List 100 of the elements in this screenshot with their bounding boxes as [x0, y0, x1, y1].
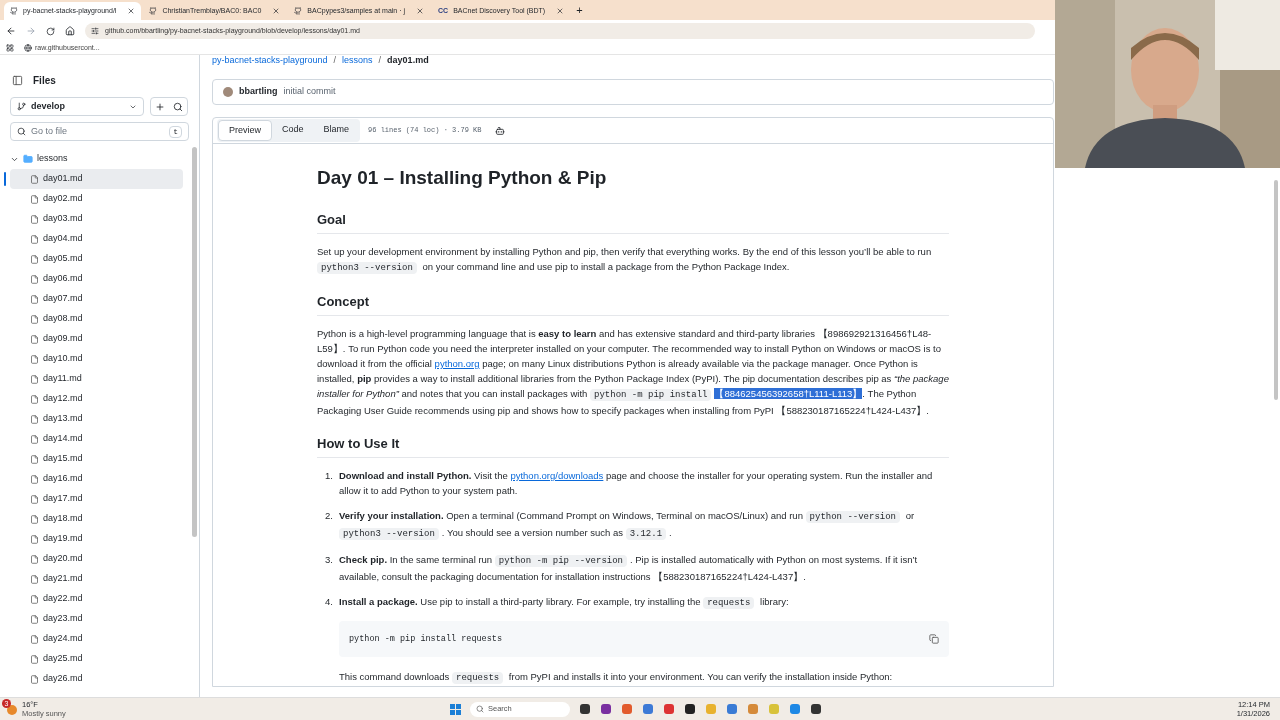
paragraph: Python is a high-level programming language that is easy to learn and has extensive standard and third-party libraries 【898692921316456†L48-L59】. To run Python code you need the interpreter installed on your computer. The recommended way to install Python on Windows or macOS is to download it from the official python.org page; on many Linux distributions Python is already available via the package manager. Once Python is installed, pip provides a way to install additional libraries from the Python Package Index (PyPI). The pip documentation describes pip as “the package installer for Python” and notes that you can install packages with python -m pip install 【884625456392658†L111-L113】. The Python Packaging User Guide recommends using pip and shows how to specify packages when installing from PyPI 【588230187165224†L424-L437】.	[317, 327, 949, 418]
tree-file[interactable]: day20.md	[10, 549, 183, 569]
tree-file[interactable]: day06.md	[10, 269, 183, 289]
file-icon	[30, 434, 39, 444]
file-label: day06.md	[43, 272, 83, 286]
file-label: day22.md	[43, 592, 83, 606]
tree-file[interactable]: day26.md	[10, 669, 183, 689]
go-to-file-field[interactable]: Go to file t	[10, 122, 189, 141]
placeholder-text: Go to file	[31, 124, 69, 138]
branch-selector[interactable]: develop	[10, 97, 144, 116]
tree-file[interactable]: day07.md	[10, 289, 183, 309]
file-icon	[30, 374, 39, 384]
page-heading: Day 01 – Installing Python & Pip	[317, 166, 608, 190]
tree-file[interactable]: day19.md	[10, 529, 183, 549]
file-icon	[30, 674, 39, 684]
file-label: day16.md	[43, 472, 83, 486]
apps-icon[interactable]	[6, 44, 14, 52]
file-icon	[30, 254, 39, 264]
branch-name: develop	[31, 99, 66, 113]
file-label: day04.md	[43, 232, 83, 246]
tree-file[interactable]: day22.md	[10, 589, 183, 609]
commit-message[interactable]: initial commit	[283, 85, 336, 99]
file-icon	[30, 654, 39, 664]
file-icon	[30, 454, 39, 464]
file-icon	[30, 634, 39, 644]
section-heading: How to Use It	[317, 436, 949, 458]
tree-file[interactable]: day24.md	[10, 629, 183, 649]
file-icon	[30, 594, 39, 604]
file-label: day09.md	[43, 332, 83, 346]
tree-file[interactable]: day13.md	[10, 409, 183, 429]
tree-file[interactable]: day14.md	[10, 429, 183, 449]
file-label: day13.md	[43, 412, 83, 426]
view-tab[interactable]: Code	[272, 119, 314, 142]
panel-toggle-icon[interactable]	[12, 74, 23, 86]
file-label: day10.md	[43, 352, 83, 366]
tree-file[interactable]: day01.md	[10, 169, 183, 189]
tree-file[interactable]: day23.md	[10, 609, 183, 629]
tree-file[interactable]: day17.md	[10, 489, 183, 509]
sidebar-title: Files	[33, 73, 56, 88]
shortcut-key: t	[169, 125, 182, 138]
close-icon[interactable]	[272, 7, 281, 15]
tree-file[interactable]: day02.md	[10, 189, 183, 209]
reload-icon[interactable]	[46, 26, 55, 36]
tree-file[interactable]: day18.md	[10, 509, 183, 529]
tree-file[interactable]: day15.md	[10, 449, 183, 469]
file-icon	[30, 494, 39, 504]
file-icon	[30, 274, 39, 284]
tree-file[interactable]: day10.md	[10, 349, 183, 369]
list-number: 4.	[325, 595, 334, 609]
file-icon	[30, 234, 39, 244]
commit-author[interactable]: bbartling	[239, 85, 278, 99]
file-label: day19.md	[43, 532, 83, 546]
file-label: day08.md	[43, 312, 83, 326]
add-file-icon[interactable]	[155, 102, 165, 112]
tree-file[interactable]: day04.md	[10, 229, 183, 249]
close-icon[interactable]	[556, 7, 565, 15]
copilot-icon[interactable]	[495, 125, 506, 136]
file-label: day02.md	[43, 192, 83, 206]
tree-file[interactable]: day21.md	[10, 569, 183, 589]
file-icon	[30, 514, 39, 524]
copy-icon[interactable]	[929, 634, 939, 644]
tree-file[interactable]: day11.md	[10, 369, 183, 389]
file-icon	[30, 334, 39, 344]
view-tab[interactable]: Blame	[313, 119, 360, 142]
close-icon[interactable]	[416, 7, 424, 15]
file-label: day21.md	[43, 572, 83, 586]
home-icon[interactable]	[65, 26, 75, 36]
tree-folder[interactable]: lessons	[0, 149, 199, 169]
page-scrollbar[interactable]	[1274, 180, 1278, 400]
file-icon	[30, 534, 39, 544]
tree-file[interactable]: day08.md	[10, 309, 183, 329]
file-label: day23.md	[43, 612, 83, 626]
new-tab-button[interactable]: +	[572, 1, 587, 19]
breadcrumb-link[interactable]: day01.md	[387, 55, 429, 65]
paragraph: Set up your development environment by installing Python and pip, then verify that everything works. By the end of this lesson you’ll be able to run python3 --version on your command line and use pip to install a package from the Python Package Index.	[317, 245, 933, 276]
start-icon[interactable]	[450, 703, 461, 715]
weather-icon	[6, 703, 18, 715]
search-icon[interactable]	[173, 102, 183, 112]
file-icon	[30, 414, 39, 424]
file-icon	[30, 614, 39, 624]
back-icon[interactable]	[6, 26, 16, 36]
link[interactable]: python.org/downloads	[510, 470, 604, 481]
file-icon	[30, 174, 39, 184]
file-icon	[30, 554, 39, 564]
view-tab[interactable]: Preview	[218, 119, 272, 142]
close-icon[interactable]	[127, 7, 136, 15]
tree-file[interactable]: day25.md	[10, 649, 183, 669]
tree-file[interactable]: day05.md	[10, 249, 183, 269]
link[interactable]: python.org	[434, 358, 480, 369]
tree-file[interactable]: day16.md	[10, 469, 183, 489]
tree-file[interactable]: day09.md	[10, 329, 183, 349]
scrollbar[interactable]	[192, 147, 197, 537]
tree-file[interactable]: day12.md	[10, 389, 183, 409]
search-icon	[476, 705, 484, 713]
breadcrumb-separator: /	[378, 55, 382, 65]
file-icon	[30, 314, 39, 324]
tree-file[interactable]: day03.md	[10, 209, 183, 229]
breadcrumb-link[interactable]: lessons	[342, 55, 373, 65]
breadcrumb-link[interactable]: py-bacnet-stacks-playground	[212, 55, 328, 65]
site-settings-icon[interactable]	[91, 27, 99, 35]
